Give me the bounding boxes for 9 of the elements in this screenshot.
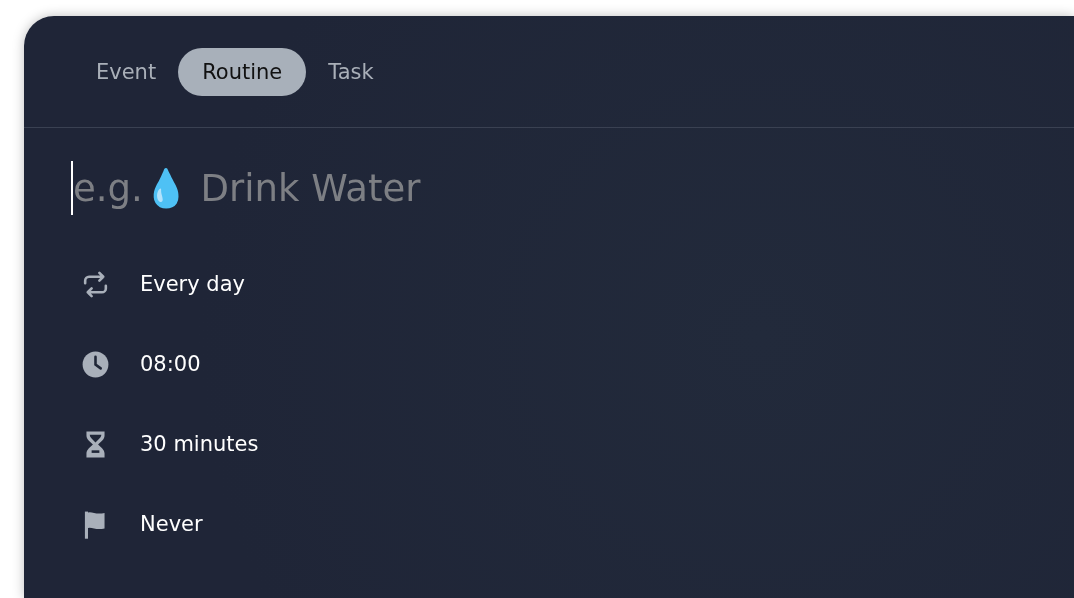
tab[interactable]: Event xyxy=(80,48,173,96)
detail-value[interactable]: Every day xyxy=(140,272,245,296)
title-field[interactable]: e.g.💧 Drink Water xyxy=(73,161,1074,215)
tab[interactable]: Routine xyxy=(178,48,307,96)
detail-value[interactable]: 30 minutes xyxy=(140,432,259,456)
detail-value[interactable]: Never xyxy=(140,512,203,536)
detail-value[interactable]: 08:00 xyxy=(140,352,201,376)
tab[interactable]: Task xyxy=(312,48,390,96)
text-cursor xyxy=(71,161,73,215)
